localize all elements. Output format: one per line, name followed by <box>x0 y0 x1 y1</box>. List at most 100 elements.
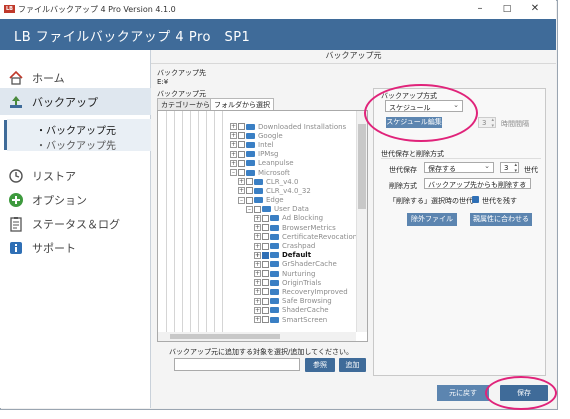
tree-checkbox[interactable] <box>254 205 261 213</box>
keep-gen-checkbox[interactable] <box>472 196 479 203</box>
tree-row[interactable]: + CertificateRevocation <box>230 232 358 241</box>
save-gen-select[interactable]: 保存する ⌄ <box>424 162 494 173</box>
browse-button[interactable]: 参照 <box>305 358 335 372</box>
exclude-files-button[interactable]: 除外ファイル <box>407 213 457 226</box>
tree-checkbox[interactable] <box>246 178 253 186</box>
tree-guide-line <box>214 111 215 341</box>
add-button[interactable]: 追加 <box>339 358 366 372</box>
tree-checkbox[interactable] <box>262 242 269 250</box>
tree-row[interactable]: + Crashpad <box>230 241 358 250</box>
add-path-input[interactable] <box>174 358 300 371</box>
tree-row-label: Ad Blocking <box>282 214 324 223</box>
close-button[interactable]: ✕ <box>525 2 545 16</box>
sidebar-item-options[interactable]: オプション <box>8 190 87 210</box>
sidebar-item-restore[interactable]: リストア <box>8 166 76 186</box>
tree-row[interactable]: + IPMsg <box>230 150 358 159</box>
expand-icon[interactable]: + <box>254 251 261 259</box>
tree-checkbox[interactable] <box>262 224 269 232</box>
tree-row[interactable]: – User Data <box>230 205 358 214</box>
tree-row[interactable]: + ShaderCache <box>230 306 358 315</box>
tree-row[interactable]: + Google <box>230 131 358 140</box>
sidebar-item-home[interactable]: ホーム <box>8 68 65 88</box>
collapse-icon[interactable]: – <box>246 205 253 213</box>
gen-count-stepper[interactable]: 3 ▴ ▾ <box>500 162 519 174</box>
tree-checkbox[interactable] <box>262 279 269 287</box>
tree-row[interactable]: + CLR_v4.0_32 <box>230 186 358 195</box>
tree-row[interactable]: + RecoveryImproved <box>230 287 358 296</box>
expand-icon[interactable]: + <box>254 316 261 324</box>
sidebar-item-support[interactable]: サポート <box>8 238 76 258</box>
interval-stepper[interactable]: 3 ▴ ▾ <box>478 117 496 129</box>
sidebar-item-label: ホーム <box>32 72 65 85</box>
expand-icon[interactable]: + <box>230 132 237 140</box>
delete-method-select[interactable]: バックアップ先からも削除する ⌄ <box>424 178 531 189</box>
expand-icon[interactable]: + <box>254 214 261 222</box>
sidebar-item-backup[interactable]: バックアップ <box>8 92 98 112</box>
tree-checkbox[interactable] <box>262 233 269 241</box>
tree-row[interactable]: + Downloaded Installations <box>230 122 358 131</box>
tree-row[interactable]: + Default <box>230 251 358 260</box>
expand-icon[interactable]: + <box>230 123 237 131</box>
upload-icon <box>8 94 24 110</box>
minimize-button[interactable]: – <box>470 2 490 16</box>
tree-checkbox[interactable] <box>262 270 269 278</box>
match-parent-attr-button[interactable]: 親属性に合わせる <box>470 213 532 226</box>
tree-checkbox[interactable] <box>246 187 253 195</box>
tree-checkbox[interactable] <box>262 214 269 222</box>
tree-horizontal-scroll-thumb[interactable] <box>170 334 280 339</box>
tree-checkbox[interactable] <box>238 159 245 167</box>
sidebar-subitem-dest[interactable]: ・バックアップ先 <box>36 137 116 152</box>
collapse-icon[interactable]: – <box>238 196 245 204</box>
tree-row[interactable]: + Safe Browsing <box>230 297 358 306</box>
tree-checkbox[interactable] <box>238 123 245 131</box>
folder-icon <box>254 187 263 194</box>
tree-row-label: OriginTrials <box>282 278 322 287</box>
expand-icon[interactable]: + <box>238 178 245 186</box>
expand-icon[interactable]: + <box>254 279 261 287</box>
tree-checkbox[interactable] <box>238 150 245 158</box>
tree-row[interactable]: + CLR_v4.0 <box>230 177 358 186</box>
tree-checkbox[interactable] <box>262 251 269 259</box>
save-highlight-ellipse <box>485 376 557 410</box>
expand-icon[interactable]: + <box>230 159 237 167</box>
tree-row[interactable]: + GrShaderCache <box>230 260 358 269</box>
folder-tree[interactable]: + Downloaded Installations + Google + Intel + I… <box>157 110 368 342</box>
sidebar-item-status[interactable]: ステータス＆ログ <box>8 214 120 234</box>
sidebar-subitem-source[interactable]: ・バックアップ元 <box>36 122 116 137</box>
tree-row[interactable]: – Microsoft <box>230 168 358 177</box>
tree-row[interactable]: + OriginTrials <box>230 278 358 287</box>
tree-checkbox[interactable] <box>238 169 245 177</box>
tree-checkbox[interactable] <box>262 297 269 305</box>
expand-icon[interactable]: + <box>254 233 261 241</box>
tree-row[interactable]: + SmartScreen <box>230 315 358 324</box>
expand-icon[interactable]: + <box>254 270 261 278</box>
tree-checkbox[interactable] <box>262 316 269 324</box>
tab-folder[interactable]: フォルダから選択 <box>210 98 274 110</box>
tree-checkbox[interactable] <box>238 132 245 140</box>
tree-vertical-scroll-thumb[interactable] <box>358 124 366 209</box>
expand-icon[interactable]: + <box>238 187 245 195</box>
tree-row[interactable]: + Leanpulse <box>230 159 358 168</box>
maximize-button[interactable]: □ <box>497 2 517 16</box>
expand-icon[interactable]: + <box>254 288 261 296</box>
tree-checkbox[interactable] <box>262 288 269 296</box>
expand-icon[interactable]: + <box>254 260 261 268</box>
tree-row[interactable]: + Nurturing <box>230 269 358 278</box>
expand-icon[interactable]: + <box>254 242 261 250</box>
revert-button[interactable]: 元に戻す <box>437 385 489 401</box>
tree-row[interactable]: + Ad Blocking <box>230 214 358 223</box>
expand-icon[interactable]: + <box>254 297 261 305</box>
tree-checkbox[interactable] <box>246 196 253 204</box>
collapse-icon[interactable]: – <box>230 169 237 177</box>
tree-row[interactable]: – Edge <box>230 196 358 205</box>
tree-row[interactable]: + Intel <box>230 140 358 149</box>
clipboard-icon <box>8 216 24 232</box>
tree-row[interactable]: + BrowserMetrics <box>230 223 358 232</box>
expand-icon[interactable]: + <box>230 150 237 158</box>
tree-checkbox[interactable] <box>238 141 245 149</box>
expand-icon[interactable]: + <box>254 224 261 232</box>
expand-icon[interactable]: + <box>230 141 237 149</box>
tree-checkbox[interactable] <box>262 306 269 314</box>
expand-icon[interactable]: + <box>254 306 261 314</box>
tree-checkbox[interactable] <box>262 260 269 268</box>
